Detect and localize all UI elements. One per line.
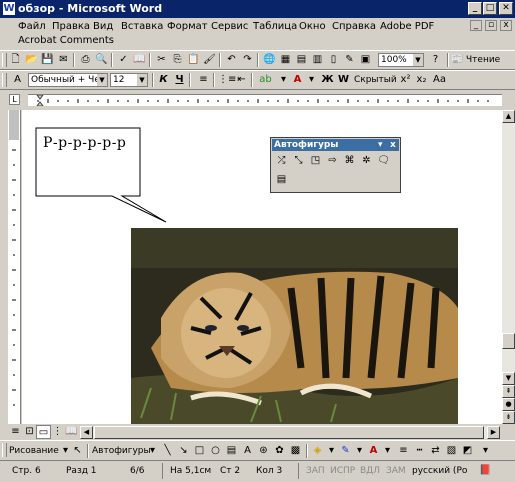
outline-view-icon[interactable]: ⋮ <box>50 425 65 439</box>
flowchart-icon[interactable]: ⌘ <box>342 153 357 168</box>
chevron-down-icon[interactable]: ▾ <box>378 139 383 151</box>
lines-icon[interactable]: ⤮ <box>274 153 289 168</box>
status-track-changes[interactable]: ИСПР <box>330 463 355 479</box>
status-page: Стр. 6 <box>12 466 41 476</box>
autoshapes-toolbar: Автофигуры ▾ x ⤮ ⤡ ◳ ⇨ ⌘ ✲ 🗨 ▤ <box>270 137 401 193</box>
select-browse-object-icon[interactable]: ● <box>502 398 515 411</box>
wordart-icon[interactable]: A <box>240 444 255 458</box>
separator <box>87 444 89 458</box>
arrow-icon[interactable]: ↘ <box>176 444 191 458</box>
status-line: Ст 2 <box>220 466 241 476</box>
rectangle-icon[interactable]: □ <box>192 444 207 458</box>
callout-text[interactable]: Р-р-р-р-р-р <box>43 135 126 151</box>
drawing-toolbar: Рисование ▾ ↖ Автофигуры ▾ ╲ ↘ □ ○ ▤ A ⊛… <box>0 440 515 461</box>
close-icon[interactable]: x <box>390 139 396 151</box>
diagram-icon[interactable]: ⊛ <box>256 444 271 458</box>
spelling-status-icon[interactable]: 📕 <box>478 464 493 478</box>
font-color-icon[interactable]: A <box>366 444 381 458</box>
status-record[interactable]: ЗАП <box>306 463 325 479</box>
view-and-hscroll-row: ≡ ⊡ ▭ ⋮ 📖 ◀ ▶ <box>0 424 515 440</box>
status-section: Разд 1 <box>66 466 97 476</box>
previous-page-icon[interactable]: ⇞ <box>502 385 515 398</box>
normal-view-icon[interactable]: ≡ <box>8 425 23 439</box>
print-layout-view-icon[interactable]: ▭ <box>36 425 51 439</box>
status-overtype[interactable]: ЗАМ <box>386 463 406 479</box>
clip-art-icon[interactable]: ✿ <box>272 444 287 458</box>
toolbar-grip[interactable] <box>2 443 7 457</box>
line-style-icon[interactable]: ≡ <box>396 444 411 458</box>
tiger-image[interactable] <box>131 228 458 424</box>
fill-color-icon[interactable]: ◈ <box>310 444 325 458</box>
draw-menu-button[interactable]: Рисование <box>9 444 59 458</box>
text-box-icon[interactable]: ▤ <box>224 444 239 458</box>
select-objects-icon[interactable]: ↖ <box>70 444 85 458</box>
chevron-down-icon[interactable]: ▾ <box>352 444 367 458</box>
word-window: W обзор - Microsoft Word _ □ ✕ Файл Прав… <box>0 0 515 482</box>
scroll-right-icon[interactable]: ▶ <box>487 426 500 439</box>
connectors-icon[interactable]: ⤡ <box>291 153 306 168</box>
more-autoshapes-icon[interactable]: ▤ <box>274 172 289 187</box>
line-color-icon[interactable]: ✎ <box>338 444 353 458</box>
autoshapes-title: Автофигуры <box>274 140 339 150</box>
web-layout-view-icon[interactable]: ⊡ <box>22 425 37 439</box>
chevron-down-icon[interactable]: ▾ <box>145 444 160 458</box>
basic-shapes-icon[interactable]: ◳ <box>308 153 323 168</box>
tiger-picture <box>131 228 458 424</box>
line-icon[interactable]: ╲ <box>160 444 175 458</box>
arrow-style-icon[interactable]: ⇄ <box>428 444 443 458</box>
status-divider <box>298 463 299 479</box>
hscroll-thumb[interactable] <box>94 426 484 439</box>
chevron-down-icon[interactable]: ▾ <box>380 444 395 458</box>
status-extend[interactable]: ВДЛ <box>360 463 380 479</box>
scroll-down-icon[interactable]: ▼ <box>502 372 515 385</box>
horizontal-scrollbar[interactable]: ◀ ▶ <box>80 426 500 439</box>
insert-picture-icon[interactable]: ▩ <box>288 444 303 458</box>
separator <box>306 444 308 458</box>
stars-banners-icon[interactable]: ✲ <box>359 153 374 168</box>
status-bar: Стр. 6 Разд 1 6/6 На 5,1см Ст 2 Кол 3 ЗА… <box>0 461 515 482</box>
status-pages: 6/6 <box>130 466 145 476</box>
3d-style-icon[interactable]: ◩ <box>460 444 475 458</box>
vertical-scrollbar[interactable]: ▲ ▼ ⇞ ● ⇟ <box>502 110 515 424</box>
block-arrows-icon[interactable]: ⇨ <box>325 153 340 168</box>
oval-icon[interactable]: ○ <box>208 444 223 458</box>
callouts-icon[interactable]: 🗨 <box>376 153 391 168</box>
next-page-icon[interactable]: ⇟ <box>502 411 515 424</box>
autoshapes-menu-button[interactable]: Автофигуры <box>92 444 151 458</box>
scroll-thumb[interactable] <box>502 333 515 349</box>
shadow-style-icon[interactable]: ▧ <box>444 444 459 458</box>
status-language: русский (Ро <box>412 466 468 476</box>
autoshapes-title-bar[interactable]: Автофигуры ▾ x <box>272 139 399 151</box>
status-column: Кол 3 <box>256 466 283 476</box>
chevron-down-icon[interactable]: ▾ <box>324 444 339 458</box>
scroll-left-icon[interactable]: ◀ <box>80 426 93 439</box>
scroll-up-icon[interactable]: ▲ <box>502 110 515 123</box>
reading-layout-view-icon[interactable]: 📖 <box>64 425 79 439</box>
status-position: На 5,1см <box>170 466 212 476</box>
status-divider <box>162 463 163 479</box>
chevron-down-icon[interactable]: ▾ <box>478 444 493 458</box>
dash-style-icon[interactable]: ┅ <box>412 444 427 458</box>
